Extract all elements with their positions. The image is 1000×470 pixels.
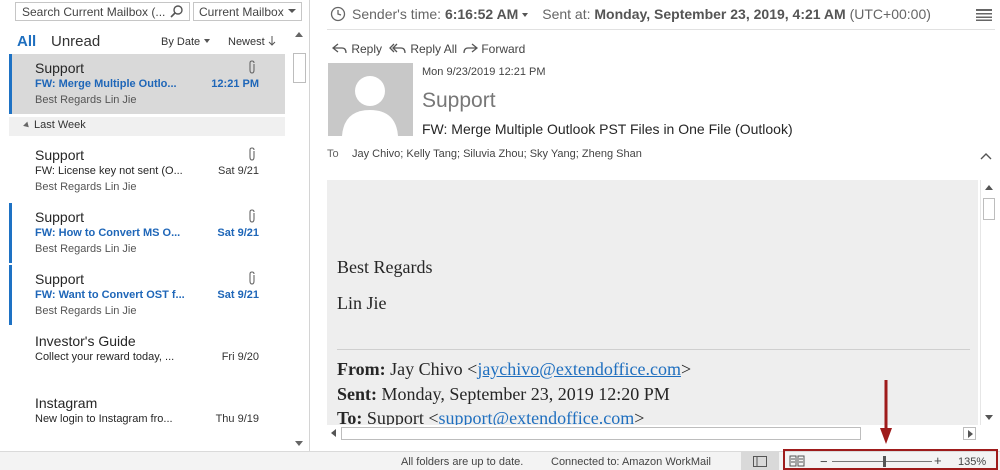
normal-view-button[interactable] (741, 452, 779, 470)
timezone-label: (UTC+00:00) (849, 6, 931, 22)
message-sender: Instagram (35, 395, 98, 411)
collapse-triangle-icon[interactable] (23, 121, 31, 130)
message-sender: Support (35, 60, 85, 76)
search-scope-dropdown[interactable]: Current Mailbox (193, 2, 302, 21)
message-date: Sat 9/21 (218, 165, 259, 177)
chevron-down-icon (288, 9, 296, 13)
scroll-thumb[interactable] (983, 198, 995, 220)
to-email-link[interactable]: support@extendoffice.com (439, 408, 635, 425)
paperclip-icon (249, 209, 255, 223)
search-icon[interactable] (169, 4, 185, 19)
scroll-up-icon[interactable] (295, 32, 303, 37)
divider (327, 29, 995, 30)
forward-button[interactable]: Forward (462, 42, 525, 56)
message-preview: Best Regards Lin Jie (35, 305, 137, 317)
body-vertical-scrollbar[interactable] (980, 180, 997, 425)
message-sender[interactable]: Support (422, 89, 496, 113)
scroll-right-button[interactable] (963, 427, 976, 440)
body-regards: Best Regards (337, 257, 433, 277)
message-subject: FW: How to Convert MS O... (35, 227, 181, 239)
message-subject: FW: License key not sent (O... (35, 165, 183, 177)
highlight-box (783, 449, 998, 470)
recipients-list[interactable]: Jay Chivo; Kelly Tang; Siluvia Zhou; Sky… (352, 148, 642, 160)
paperclip-icon (249, 271, 255, 285)
message-list-item[interactable]: Investor's Guide Collect your reward toda… (9, 327, 285, 387)
scroll-left-icon[interactable] (331, 429, 336, 437)
message-subject: FW: Merge Multiple Outlo... (35, 78, 177, 90)
message-date: Thu 9/19 (215, 413, 259, 425)
normal-view-icon (753, 456, 767, 467)
forward-icon (463, 43, 479, 54)
person-icon (342, 76, 398, 136)
search-placeholder: Search Current Mailbox (... (22, 5, 166, 19)
annotation-arrow-icon (880, 380, 892, 444)
message-list-scrollbar[interactable] (292, 29, 307, 449)
scroll-down-icon[interactable] (295, 441, 303, 446)
message-list-item[interactable]: Support FW: How to Convert MS O... Best Re… (9, 203, 285, 263)
sent-at-value: Monday, September 23, 2019, 4:21 AM (594, 6, 846, 22)
senders-time-value[interactable]: 6:16:52 AM (445, 6, 518, 22)
message-subject: FW: Merge Multiple Outlook PST Files in … (422, 121, 793, 137)
message-date: Mon 9/23/2019 12:21 PM (422, 66, 546, 78)
sender-avatar (328, 63, 413, 136)
message-sender: Support (35, 271, 85, 287)
arrow-down-icon (268, 36, 276, 46)
clock-icon (330, 6, 350, 24)
reply-icon (331, 43, 347, 54)
chevron-down-icon (204, 39, 211, 43)
divider (337, 349, 970, 350)
message-list-item[interactable]: Support FW: Merge Multiple Outlo... Best R… (9, 54, 285, 114)
group-header-last-week[interactable]: Last Week (9, 117, 285, 136)
sort-by-date[interactable]: By Date (161, 36, 211, 48)
message-sender: Support (35, 147, 85, 163)
message-list-pane: Search Current Mailbox (... Current Mail… (0, 0, 310, 451)
message-list-item[interactable]: Support FW: Want to Convert OST f... Best … (9, 265, 285, 325)
message-list-item[interactable]: Instagram New login to Instagram fro... Th… (9, 389, 285, 449)
search-scope-value: Current Mailbox (199, 5, 284, 19)
message-sender: Investor's Guide (35, 333, 136, 349)
message-date: Sat 9/21 (217, 227, 259, 239)
filter-unread[interactable]: Unread (51, 33, 100, 50)
reply-button[interactable]: Reply (331, 42, 382, 56)
message-date: Fri 9/20 (221, 351, 259, 363)
message-preview: Best Regards Lin Jie (35, 243, 137, 255)
sync-status: All folders are up to date. (401, 456, 524, 468)
connection-status: Connected to: Amazon WorkMail (551, 456, 711, 468)
from-email-link[interactable]: jaychivo@extendoffice.com (477, 359, 681, 379)
message-date: Sat 9/21 (217, 289, 259, 301)
to-label: To (327, 148, 339, 160)
message-date: 12:21 PM (211, 78, 259, 90)
chevron-up-icon[interactable] (980, 152, 992, 160)
sent-at-label: Sent at: (542, 6, 591, 22)
scroll-thumb[interactable] (341, 427, 861, 440)
message-subject: New login to Instagram fro... (35, 413, 173, 425)
sort-order[interactable]: Newest (228, 36, 276, 48)
message-sender: Support (35, 209, 85, 225)
message-subject: FW: Want to Convert OST f... (35, 289, 185, 301)
senders-time-label: Sender's time: (352, 6, 442, 22)
message-preview: Best Regards Lin Jie (35, 94, 137, 106)
chevron-down-icon[interactable] (522, 13, 529, 17)
message-list-item[interactable]: Support FW: License key not sent (O... Bes… (9, 141, 285, 201)
paperclip-icon (249, 60, 255, 74)
body-sent-line: Sent: Monday, September 23, 2019 12:20 P… (337, 384, 670, 404)
body-to-line: To: Support <support@extendoffice.com> (337, 408, 644, 425)
message-preview: Best Regards Lin Jie (35, 181, 137, 193)
scroll-down-icon[interactable] (985, 415, 993, 420)
scroll-right-icon (968, 430, 973, 438)
outlook-window: Search Current Mailbox (... Current Mail… (0, 0, 1000, 470)
reply-all-icon (389, 43, 406, 54)
search-input[interactable]: Search Current Mailbox (... (15, 2, 190, 21)
menu-icon[interactable] (976, 9, 992, 21)
body-signature-name: Lin Jie (337, 293, 387, 313)
paperclip-icon (249, 147, 255, 161)
message-subject: Collect your reward today, ... (35, 351, 175, 363)
reply-all-button[interactable]: Reply All (389, 42, 457, 56)
filter-all[interactable]: All (17, 33, 36, 50)
time-info-bar: Sender's time: 6:16:52 AM Sent at: Monda… (352, 6, 931, 22)
scroll-up-icon[interactable] (985, 185, 993, 190)
body-from-line: From: Jay Chivo <jaychivo@extendoffice.c… (337, 359, 692, 379)
scroll-thumb[interactable] (293, 53, 306, 83)
